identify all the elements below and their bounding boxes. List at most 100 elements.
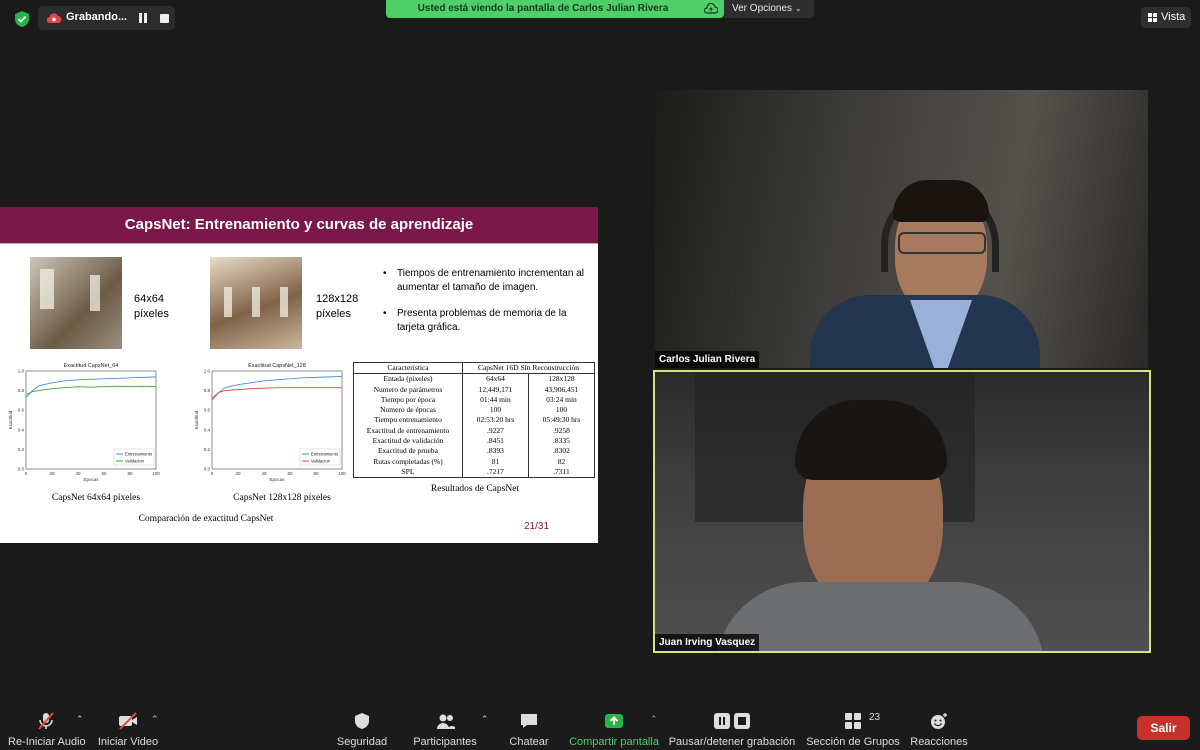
video-button-label: Iniciar Video xyxy=(97,736,159,748)
label-64-line1: 64x64 xyxy=(134,293,164,305)
table-cell: 128x128 xyxy=(527,373,596,385)
series-line-validacion xyxy=(25,385,157,395)
x-tick-label: 60 xyxy=(287,471,293,476)
table-cell: .9227 xyxy=(461,425,529,437)
y-tick-label: 0.8 xyxy=(204,388,211,393)
video-tile-juan[interactable]: Juan Irving Vasquez xyxy=(653,370,1151,653)
participants-button[interactable]: 23 Participantes xyxy=(410,705,880,750)
video-tile-carlos[interactable]: Carlos Julian Rivera xyxy=(655,90,1148,368)
label-128-line2: píxeles xyxy=(316,308,351,320)
shirt xyxy=(715,582,1045,651)
table-cell: .8451 xyxy=(461,436,529,447)
y-tick-label: 0.0 xyxy=(18,467,25,472)
table-cell: 02:53:20 hrs xyxy=(461,415,529,426)
audio-options-caret-icon[interactable]: ⌃ xyxy=(76,714,84,725)
y-tick-label: 1.0 xyxy=(18,369,25,374)
caption-128: CapsNet 128x128 píxeles xyxy=(233,493,331,503)
pause-stop-recording-icon xyxy=(714,713,750,729)
x-tick-label: 100 xyxy=(152,471,160,476)
table-header-row: Característica CapsNet 16D Sin Reconstru… xyxy=(353,361,596,375)
y-tick-label: 0.0 xyxy=(204,467,211,472)
table-cell: .8393 xyxy=(461,446,529,457)
sample-image-128 xyxy=(210,257,302,349)
table-cell: .8302 xyxy=(527,446,596,457)
table-row: Exactitud de validación .8451.8335 xyxy=(353,436,596,447)
view-options-label: Ver Opciones xyxy=(732,3,793,14)
sample-image-64 xyxy=(30,257,122,349)
microphone-muted-icon xyxy=(38,712,54,730)
x-tick-label: 20 xyxy=(235,471,241,476)
view-button[interactable]: Vista xyxy=(1141,7,1191,28)
record-controls-label: Pausar/detener grabación xyxy=(668,736,796,748)
caption-64: CapsNet 64x64 píxeles xyxy=(51,493,141,503)
recording-label: Grabando... xyxy=(66,11,128,23)
share-banner-text: Usted está viendo la pantalla de Carlos … xyxy=(417,3,669,14)
y-tick-label: 0.4 xyxy=(18,427,25,432)
record-controls-button[interactable]: Pausar/detener grabación xyxy=(668,705,796,750)
table-cell: Exactitud de validación xyxy=(353,436,463,447)
x-tick-label: 40 xyxy=(261,471,267,476)
grid-view-icon xyxy=(1148,13,1157,22)
audio-button-label: Re-Iniciar Audio xyxy=(8,736,86,748)
legend-label: Validacion xyxy=(311,459,331,464)
series-line-validacion xyxy=(211,387,342,399)
security-button[interactable]: Seguridad xyxy=(330,705,394,750)
share-screen-button[interactable]: Compartir pantalla xyxy=(566,705,662,750)
table-cell: .8335 xyxy=(527,436,596,447)
breakout-rooms-icon xyxy=(845,713,861,729)
table-cell: 12,449,171 xyxy=(461,384,529,395)
bullet-item: Presenta problemas de memoria de la tarj… xyxy=(383,307,588,335)
table-cell: 43,906,451 xyxy=(527,384,596,395)
x-axis-label: Epocas xyxy=(269,477,285,482)
reactions-button[interactable]: Reacciones xyxy=(908,705,970,750)
participants-caret-icon[interactable]: ⌃ xyxy=(481,714,489,725)
y-tick-label: 0.8 xyxy=(18,388,25,393)
x-tick-label: 0 xyxy=(211,471,214,476)
bullet-item: Tiempos de entrenamiento incrementan al … xyxy=(383,267,588,295)
x-tick-label: 0 xyxy=(25,471,28,476)
x-axis-label: Epocas xyxy=(83,477,99,482)
table-header: CapsNet 16D Sin Reconstrucción xyxy=(461,361,596,375)
table-row: Entada (píxeles) 64x64 128x128 xyxy=(353,373,596,385)
y-tick-label: 0.2 xyxy=(18,447,25,452)
security-label: Seguridad xyxy=(336,736,388,748)
legend-label: Entrenamiento xyxy=(311,452,339,457)
series-line-entrenamiento xyxy=(211,375,343,401)
breakout-rooms-label: Sección de Grupos xyxy=(806,736,900,748)
video-button[interactable]: Iniciar Video xyxy=(96,705,160,750)
page-number: 21/31 xyxy=(524,521,550,532)
screen-share-banner: Usted está viendo la pantalla de Carlos … xyxy=(386,0,724,18)
chart-title: Exactitud CapsNet_128 xyxy=(248,363,306,369)
reactions-smiley-icon xyxy=(931,713,947,729)
pause-recording-icon[interactable] xyxy=(138,13,148,23)
audio-button[interactable]: Re-Iniciar Audio xyxy=(8,705,86,750)
view-options-button[interactable]: Ver Opciones ⌄ xyxy=(724,0,814,18)
table-row: Numero de épocas 100 100 xyxy=(353,405,596,416)
slide-title: CapsNet: Entrenamiento y curvas de apren… xyxy=(124,216,474,233)
share-options-caret-icon[interactable]: ⌃ xyxy=(650,714,658,725)
y-tick-label: 0.2 xyxy=(204,447,211,452)
table-cell: 81 xyxy=(461,456,529,467)
breakout-rooms-button[interactable]: Sección de Grupos xyxy=(806,705,900,750)
chart-128-svg: Exactitud CapsNet_128 0.0 0.2 0.4 0.6 0.8 1.0 0… xyxy=(194,363,346,482)
shield-icon[interactable] xyxy=(14,10,30,28)
chevron-down-icon: ⌄ xyxy=(794,4,802,13)
participants-icon xyxy=(437,714,455,729)
stop-recording-icon[interactable] xyxy=(160,14,169,23)
y-tick-label: 0.6 xyxy=(204,408,211,413)
share-screen-icon xyxy=(605,714,623,728)
legend-label: Entrenamiento xyxy=(125,452,153,457)
legend-label: Validacion xyxy=(125,459,145,464)
chat-button[interactable]: Chatear xyxy=(500,705,558,750)
share-screen-label: Compartir pantalla xyxy=(569,736,659,748)
x-tick-label: 100 xyxy=(338,471,346,476)
bullet-list: Tiempos de entrenamiento incrementan al … xyxy=(383,267,588,347)
leave-meeting-button[interactable]: Salir xyxy=(1137,716,1190,740)
table-cell: Entada (píxeles) xyxy=(353,373,463,385)
table-row: Exactitud de prueba .8393.8302 xyxy=(353,446,596,457)
y-tick-label: 0.6 xyxy=(18,408,25,413)
video-options-caret-icon[interactable]: ⌃ xyxy=(151,714,159,725)
x-tick-label: 40 xyxy=(75,471,81,476)
chat-icon xyxy=(521,714,537,728)
table-cell: 64x64 xyxy=(461,373,529,385)
